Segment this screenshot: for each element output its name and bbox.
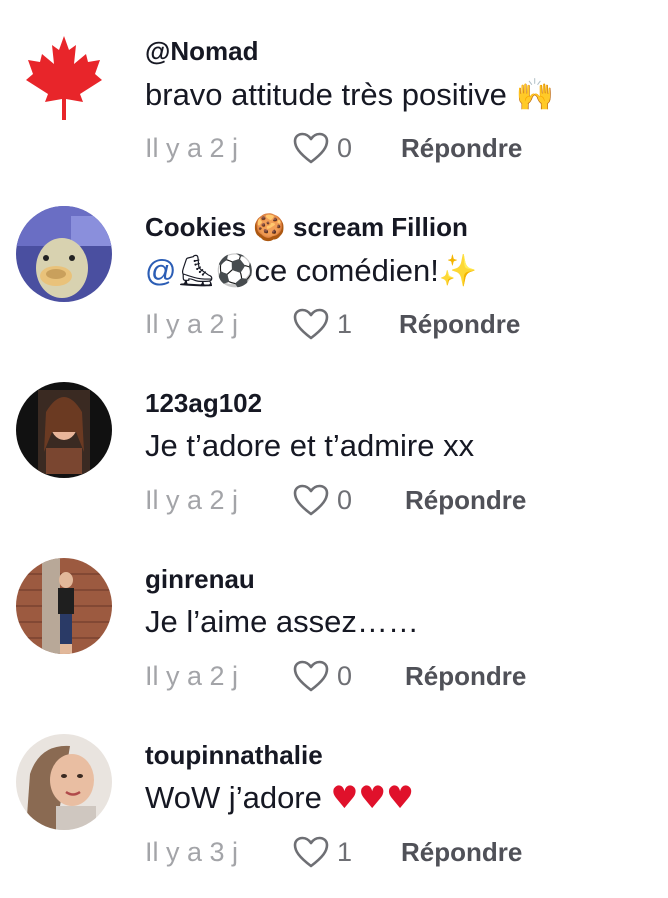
like-button[interactable]: 1 xyxy=(293,308,399,340)
red-hearts-emoji: ♥♥♥ xyxy=(330,780,414,816)
woman-brick-wall-photo xyxy=(16,558,112,654)
like-count: 1 xyxy=(337,836,353,867)
comment-item: Cookies 🍪 scream Fillion @⛸⚽ce comédien!… xyxy=(0,176,668,352)
comment-time: Il y a 2 j xyxy=(145,660,239,691)
username-part: Cookies xyxy=(145,212,247,242)
comment-time: Il y a 3 j xyxy=(145,836,239,867)
comment-username[interactable]: ginrenau xyxy=(145,564,255,595)
heart-icon xyxy=(293,308,329,340)
comment-item: ginrenau Je l’aime assez…… Il y a 2 j 0 … xyxy=(0,528,668,704)
woman-photo xyxy=(16,382,112,478)
heart-icon xyxy=(293,660,329,692)
mention-link[interactable]: @ xyxy=(145,253,176,288)
heart-icon xyxy=(293,484,329,516)
comment-username[interactable]: Cookies 🍪 scream Fillion xyxy=(145,212,468,243)
sparkles-emoji: ✨ xyxy=(438,253,478,289)
comment-text: Je l’aime assez…… xyxy=(145,604,419,639)
comment-meta: Il y a 2 j 0 Répondre xyxy=(145,656,526,696)
comment-meta: Il y a 2 j 0 Répondre xyxy=(145,480,526,520)
like-button[interactable]: 0 xyxy=(293,660,405,692)
like-count: 0 xyxy=(337,484,353,515)
comment-time: Il y a 2 j xyxy=(145,484,239,515)
reply-button[interactable]: Répondre xyxy=(405,485,526,516)
comment-body: WoW j’adore xyxy=(145,780,322,815)
comment-body: bravo attitude très positive xyxy=(145,77,507,112)
avatar[interactable] xyxy=(16,382,112,478)
comment-text: Je t’adore et t’admire xx xyxy=(145,428,475,463)
heart-icon xyxy=(293,132,329,164)
maple-leaf-icon xyxy=(16,30,112,126)
comment-time: Il y a 2 j xyxy=(145,132,239,163)
comment-body: ce comédien! xyxy=(254,253,439,288)
like-button[interactable]: 1 xyxy=(293,836,401,868)
raising-hands-emoji: 🙌 xyxy=(515,77,555,113)
like-button[interactable]: 0 xyxy=(293,132,405,164)
reply-button[interactable]: Répondre xyxy=(399,309,520,340)
comment-username[interactable]: 123ag102 xyxy=(145,388,262,419)
reply-button[interactable]: Répondre xyxy=(405,661,526,692)
skate-ball-emoji: ⛸⚽ xyxy=(176,253,255,289)
avatar[interactable] xyxy=(16,30,112,126)
avatar[interactable] xyxy=(16,206,112,302)
comment-item: 123ag102 Je t’adore et t’admire xx Il y … xyxy=(0,352,668,528)
duck-photo xyxy=(16,206,112,302)
reply-button[interactable]: Répondre xyxy=(401,837,522,868)
heart-icon xyxy=(293,836,329,868)
comment-time: Il y a 2 j xyxy=(145,308,239,339)
like-count: 0 xyxy=(337,132,353,163)
comment-text: @⛸⚽ce comédien!✨ xyxy=(145,252,477,289)
avatar[interactable] xyxy=(16,558,112,654)
comment-meta: Il y a 3 j 1 Répondre xyxy=(145,832,522,872)
selfie-photo xyxy=(16,734,112,830)
comment-text: bravo attitude très positive 🙌 xyxy=(145,76,554,113)
reply-button[interactable]: Répondre xyxy=(401,133,522,164)
comment-meta: Il y a 2 j 0 Répondre xyxy=(145,128,522,168)
like-count: 1 xyxy=(337,308,353,339)
comment-username[interactable]: @Nomad xyxy=(145,36,258,67)
comment-meta: Il y a 2 j 1 Répondre xyxy=(145,304,520,344)
like-count: 0 xyxy=(337,660,353,691)
comment-item: toupinnathalie WoW j’adore ♥♥♥ Il y a 3 … xyxy=(0,704,668,880)
comment-username[interactable]: toupinnathalie xyxy=(145,740,323,771)
comment-item: @Nomad bravo attitude très positive 🙌 Il… xyxy=(0,0,668,176)
cookie-emoji: 🍪 xyxy=(253,213,286,243)
username-part: scream Fillion xyxy=(293,212,468,242)
comment-text: WoW j’adore ♥♥♥ xyxy=(145,780,414,816)
like-button[interactable]: 0 xyxy=(293,484,405,516)
avatar[interactable] xyxy=(16,734,112,830)
